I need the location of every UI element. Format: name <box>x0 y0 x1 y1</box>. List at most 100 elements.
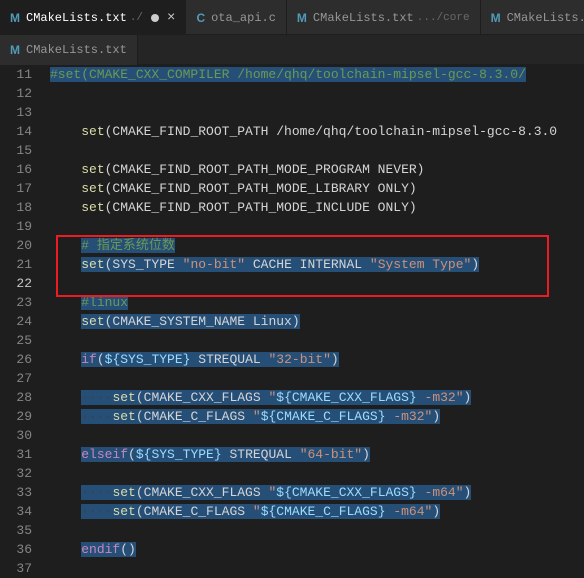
cmake-file-icon: M <box>491 11 501 25</box>
code-content[interactable]: #linux <box>50 293 584 312</box>
token-var: ${SYS_TYPE} <box>105 352 191 367</box>
token-txt: STREQUAL <box>222 447 300 462</box>
code-content[interactable]: endif() <box>50 540 584 559</box>
token-txt: ) <box>471 257 479 272</box>
code-content[interactable]: set(CMAKE_FIND_ROOT_PATH /home/qhq/toolc… <box>50 122 584 141</box>
token-txt: (SYS_TYPE <box>105 257 183 272</box>
token-str: "no-bit" <box>183 257 245 272</box>
code-content[interactable]: ····set(CMAKE_C_FLAGS "${CMAKE_C_FLAGS} … <box>50 407 584 426</box>
token-txt <box>50 466 81 481</box>
code-line[interactable]: 12 <box>0 84 584 103</box>
line-number: 35 <box>0 521 50 540</box>
code-line[interactable]: 25 <box>0 331 584 350</box>
code-line[interactable]: 31 elseif(${SYS_TYPE} STREQUAL "64-bit") <box>0 445 584 464</box>
token-txt <box>50 200 81 215</box>
token-txt <box>50 257 81 272</box>
line-number: 11 <box>0 65 50 84</box>
code-line[interactable]: 13 <box>0 103 584 122</box>
close-icon[interactable]: × <box>167 11 175 25</box>
code-line[interactable]: 32 <box>0 464 584 483</box>
token-txt: (CMAKE_FIND_ROOT_PATH_MODE_PROGRAM NEVER… <box>105 162 425 177</box>
code-line[interactable]: 33 ····set(CMAKE_CXX_FLAGS "${CMAKE_CXX_… <box>0 483 584 502</box>
code-line[interactable]: 14 set(CMAKE_FIND_ROOT_PATH /home/qhq/to… <box>0 122 584 141</box>
token-txt: (CMAKE_CXX_FLAGS <box>136 485 269 500</box>
token-txt: (CMAKE_FIND_ROOT_PATH_MODE_INCLUDE ONLY) <box>105 200 417 215</box>
token-txt: ) <box>464 485 472 500</box>
cmake-file-icon: M <box>10 11 20 25</box>
token-txt: (CMAKE_C_FLAGS <box>136 409 253 424</box>
code-line[interactable]: 37 <box>0 559 584 578</box>
line-number: 36 <box>0 540 50 559</box>
token-txt: ) <box>432 504 440 519</box>
token-txt: (CMAKE_FIND_ROOT_PATH /home/qhq/toolchai… <box>105 124 557 139</box>
code-line[interactable]: 27 <box>0 369 584 388</box>
code-line[interactable]: 20 # 指定系统位数 <box>0 236 584 255</box>
line-number: 19 <box>0 217 50 236</box>
code-line[interactable]: 19 <box>0 217 584 236</box>
tab-cmakelists-txt-2[interactable]: MCMakeLists.txt .../core <box>287 0 481 35</box>
code-content[interactable]: # 指定系统位数 <box>50 236 584 255</box>
code-content[interactable] <box>50 369 584 388</box>
tab-cmakelists-t-3[interactable]: MCMakeLists.t <box>481 0 584 35</box>
code-content[interactable]: ····set(CMAKE_CXX_FLAGS "${CMAKE_CXX_FLA… <box>50 483 584 502</box>
line-number: 12 <box>0 84 50 103</box>
line-number: 31 <box>0 445 50 464</box>
line-number: 27 <box>0 369 50 388</box>
code-line[interactable]: 24 set(CMAKE_SYSTEM_NAME Linux) <box>0 312 584 331</box>
tab-ota_api-c-1[interactable]: Cota_api.c <box>186 0 286 35</box>
code-line[interactable]: 23 #linux <box>0 293 584 312</box>
code-line[interactable]: 29 ····set(CMAKE_C_FLAGS "${CMAKE_C_FLAG… <box>0 407 584 426</box>
code-line[interactable]: 36 endif() <box>0 540 584 559</box>
token-cmt: #set(CMAKE_CXX_COMPILER /home/qhq/toolch… <box>50 67 526 82</box>
code-editor[interactable]: 11#set(CMAKE_CXX_COMPILER /home/qhq/tool… <box>0 65 584 578</box>
token-txt <box>50 447 81 462</box>
tab-cmakelists-txt-0[interactable]: M CMakeLists.txt <box>0 35 138 65</box>
line-number: 26 <box>0 350 50 369</box>
token-str: " <box>253 504 261 519</box>
token-txt: ( <box>97 352 105 367</box>
line-number: 15 <box>0 141 50 160</box>
cmake-file-icon: M <box>10 43 20 57</box>
code-line[interactable]: 15 <box>0 141 584 160</box>
code-content[interactable]: ····set(CMAKE_C_FLAGS "${CMAKE_C_FLAGS} … <box>50 502 584 521</box>
token-txt <box>50 295 81 310</box>
code-content[interactable]: set(CMAKE_FIND_ROOT_PATH_MODE_LIBRARY ON… <box>50 179 584 198</box>
c-file-icon: C <box>196 11 205 25</box>
code-line[interactable]: 28 ····set(CMAKE_CXX_FLAGS "${CMAKE_CXX_… <box>0 388 584 407</box>
code-line[interactable]: 11#set(CMAKE_CXX_COMPILER /home/qhq/tool… <box>0 65 584 84</box>
token-str: -m32" <box>386 409 433 424</box>
code-line[interactable]: 16 set(CMAKE_FIND_ROOT_PATH_MODE_PROGRAM… <box>0 160 584 179</box>
token-txt: ) <box>464 390 472 405</box>
tab-dirty-indicator[interactable] <box>151 14 159 22</box>
line-number: 20 <box>0 236 50 255</box>
tab-label: ota_api.c <box>211 11 276 25</box>
token-txt <box>50 181 81 196</box>
code-line[interactable]: 22 <box>0 274 584 293</box>
token-var: ${SYS_TYPE} <box>136 447 222 462</box>
code-line[interactable]: 17 set(CMAKE_FIND_ROOT_PATH_MODE_LIBRARY… <box>0 179 584 198</box>
code-line[interactable]: 35 <box>0 521 584 540</box>
token-txt: ( <box>128 447 136 462</box>
code-line[interactable]: 18 set(CMAKE_FIND_ROOT_PATH_MODE_INCLUDE… <box>0 198 584 217</box>
token-fn: set <box>112 390 135 405</box>
token-var: ${CMAKE_C_FLAGS} <box>261 409 386 424</box>
code-content[interactable]: #set(CMAKE_CXX_COMPILER /home/qhq/toolch… <box>50 65 584 84</box>
code-content[interactable] <box>50 464 584 483</box>
code-content[interactable]: set(CMAKE_FIND_ROOT_PATH_MODE_INCLUDE ON… <box>50 198 584 217</box>
line-number: 28 <box>0 388 50 407</box>
code-content[interactable]: set(CMAKE_SYSTEM_NAME Linux) <box>50 312 584 331</box>
token-txt <box>50 409 81 424</box>
code-content[interactable]: ····set(CMAKE_CXX_FLAGS "${CMAKE_CXX_FLA… <box>50 388 584 407</box>
code-line[interactable]: 26 if(${SYS_TYPE} STREQUAL "32-bit") <box>0 350 584 369</box>
code-content[interactable]: set(SYS_TYPE "no-bit" CACHE INTERNAL "Sy… <box>50 255 584 274</box>
tab-label: CMakeLists.txt <box>26 43 127 57</box>
code-line[interactable]: 21 set(SYS_TYPE "no-bit" CACHE INTERNAL … <box>0 255 584 274</box>
token-txt <box>50 371 81 386</box>
code-line[interactable]: 34 ····set(CMAKE_C_FLAGS "${CMAKE_C_FLAG… <box>0 502 584 521</box>
code-content[interactable]: elseif(${SYS_TYPE} STREQUAL "64-bit") <box>50 445 584 464</box>
token-str: "System Type" <box>370 257 471 272</box>
code-content[interactable]: set(CMAKE_FIND_ROOT_PATH_MODE_PROGRAM NE… <box>50 160 584 179</box>
code-line[interactable]: 30 <box>0 426 584 445</box>
code-content[interactable]: if(${SYS_TYPE} STREQUAL "32-bit") <box>50 350 584 369</box>
tab-cmakelists-txt-0[interactable]: MCMakeLists.txt ./× <box>0 0 186 35</box>
